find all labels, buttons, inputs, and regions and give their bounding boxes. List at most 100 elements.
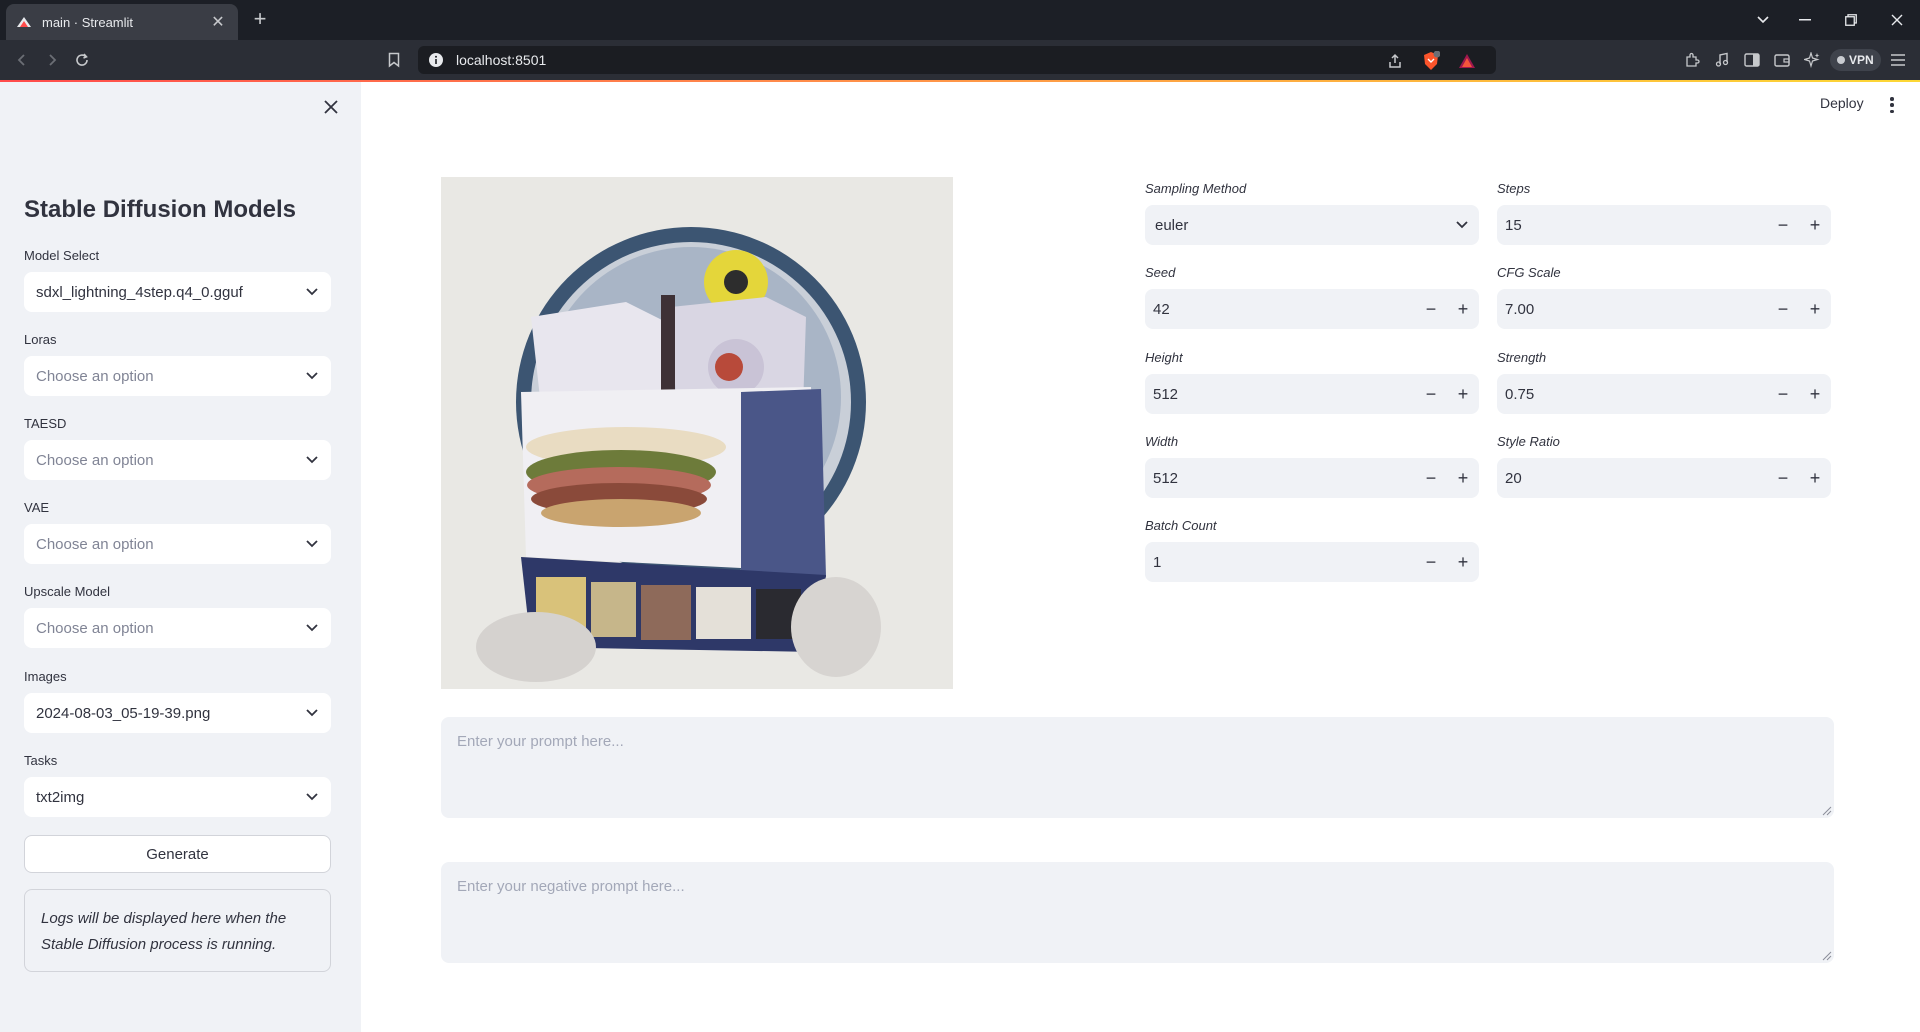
model-select-value: sdxl_lightning_4step.q4_0.gguf [36,283,243,301]
style-ratio-value: 20 [1505,469,1522,487]
brave-shields-icon[interactable] [1422,51,1440,70]
model-select-label: Model Select [24,248,100,263]
generate-button[interactable]: Generate [24,835,331,873]
upscale-model-dropdown[interactable]: Choose an option [24,608,331,648]
vae-dropdown[interactable]: Choose an option [24,524,331,564]
batch-count-value: 1 [1153,553,1162,571]
steps-decrement-button[interactable]: − [1767,205,1799,245]
cfg-scale-increment-button[interactable]: + [1799,289,1831,329]
style-ratio-input[interactable]: 20 − + [1497,458,1831,498]
share-icon[interactable] [1386,52,1404,70]
width-decrement-button[interactable]: − [1415,458,1447,498]
site-info-icon[interactable] [428,52,444,68]
height-increment-button[interactable]: + [1447,374,1479,414]
negative-prompt-textarea[interactable]: Enter your negative prompt here... [441,862,1834,963]
taesd-dropdown[interactable]: Choose an option [24,440,331,480]
style-ratio-label: Style Ratio [1497,434,1560,449]
chevron-down-icon [305,537,319,551]
media-icon[interactable] [1712,50,1732,70]
images-dropdown[interactable]: 2024-08-03_05-19-39.png [24,693,331,733]
generated-image [441,177,953,689]
strength-label: Strength [1497,350,1547,365]
seed-decrement-button[interactable]: − [1415,289,1447,329]
seed-input[interactable]: 42 − + [1145,289,1479,329]
cfg-scale-decrement-button[interactable]: − [1767,289,1799,329]
brave-rewards-icon[interactable] [1458,52,1476,70]
chevron-down-icon [305,285,319,299]
batch-count-decrement-button[interactable]: − [1415,542,1447,582]
main-menu-kebab-icon[interactable] [1888,95,1896,115]
tab-close-icon[interactable]: ✕ [208,12,228,32]
seed-value: 42 [1153,300,1170,318]
taesd-label: TAESD [24,416,67,431]
extensions-icon[interactable] [1682,50,1702,70]
seed-increment-button[interactable]: + [1447,289,1479,329]
tasks-label: Tasks [24,753,58,768]
address-bar[interactable]: localhost:8501 [418,46,1496,74]
steps-increment-button[interactable]: + [1799,205,1831,245]
loras-dropdown[interactable]: Choose an option [24,356,331,396]
style-ratio-decrement-button[interactable]: − [1767,458,1799,498]
cfg-scale-input[interactable]: 7.00 − + [1497,289,1831,329]
model-select-dropdown[interactable]: sdxl_lightning_4step.q4_0.gguf [24,272,331,312]
prompt-placeholder: Enter your prompt here... [457,733,624,750]
window-close-icon[interactable] [1874,0,1920,40]
leo-ai-icon[interactable] [1802,50,1822,70]
negative-prompt-placeholder: Enter your negative prompt here... [457,878,685,895]
loras-label: Loras [24,332,57,347]
width-input[interactable]: 512 − + [1145,458,1479,498]
batch-count-input[interactable]: 1 − + [1145,542,1479,582]
browser-tab[interactable]: main · Streamlit ✕ [6,4,238,40]
url-text: localhost:8501 [456,52,547,68]
tasks-value: txt2img [36,788,85,806]
reload-icon[interactable] [70,48,94,72]
sidebar-close-icon[interactable] [320,96,342,118]
deploy-button[interactable]: Deploy [1820,95,1864,111]
new-tab-icon[interactable]: + [248,8,272,32]
width-value: 512 [1153,469,1179,487]
chevron-down-icon [305,706,319,720]
width-increment-button[interactable]: + [1447,458,1479,498]
sampling-method-dropdown[interactable]: euler [1145,205,1479,245]
strength-increment-button[interactable]: + [1799,374,1831,414]
minimize-icon[interactable] [1782,0,1828,40]
sidebar-title: Stable Diffusion Models [24,196,297,223]
batch-count-label: Batch Count [1145,518,1217,533]
resize-handle-icon[interactable] [1822,806,1832,816]
prompt-textarea[interactable]: Enter your prompt here... [441,717,1834,818]
chevron-down-icon [305,790,319,804]
chevron-down-icon [305,369,319,383]
vae-value: Choose an option [36,535,154,553]
wallet-icon[interactable] [1772,50,1792,70]
tasks-dropdown[interactable]: txt2img [24,777,331,817]
vae-label: VAE [24,500,50,515]
tab-search-chevron-icon[interactable] [1740,0,1786,40]
sidebar-toggle-icon[interactable] [1742,50,1762,70]
menu-hamburger-icon[interactable] [1888,50,1908,70]
restore-icon[interactable] [1828,0,1874,40]
vpn-button[interactable]: VPN [1830,49,1881,71]
vpn-status-icon [1837,56,1845,64]
strength-decrement-button[interactable]: − [1767,374,1799,414]
images-label: Images [24,669,67,684]
steps-input[interactable]: 15 − + [1497,205,1831,245]
back-icon[interactable] [10,48,34,72]
height-input[interactable]: 512 − + [1145,374,1479,414]
height-decrement-button[interactable]: − [1415,374,1447,414]
browser-toolbar: localhost:8501 VPN [0,40,1920,80]
upscale-model-value: Choose an option [36,619,154,637]
resize-handle-icon[interactable] [1822,951,1832,961]
sampling-method-value: euler [1155,216,1189,234]
strength-input[interactable]: 0.75 − + [1497,374,1831,414]
tab-title: main · Streamlit [42,14,134,30]
strength-value: 0.75 [1505,385,1535,403]
forward-icon[interactable] [40,48,64,72]
loras-value: Choose an option [36,367,154,385]
batch-count-increment-button[interactable]: + [1447,542,1479,582]
style-ratio-increment-button[interactable]: + [1799,458,1831,498]
upscale-model-label: Upscale Model [24,584,110,599]
height-value: 512 [1153,385,1179,403]
browser-tab-strip: main · Streamlit ✕ + [0,0,1920,40]
bookmark-icon[interactable] [382,48,406,72]
chevron-down-icon [1455,218,1469,232]
